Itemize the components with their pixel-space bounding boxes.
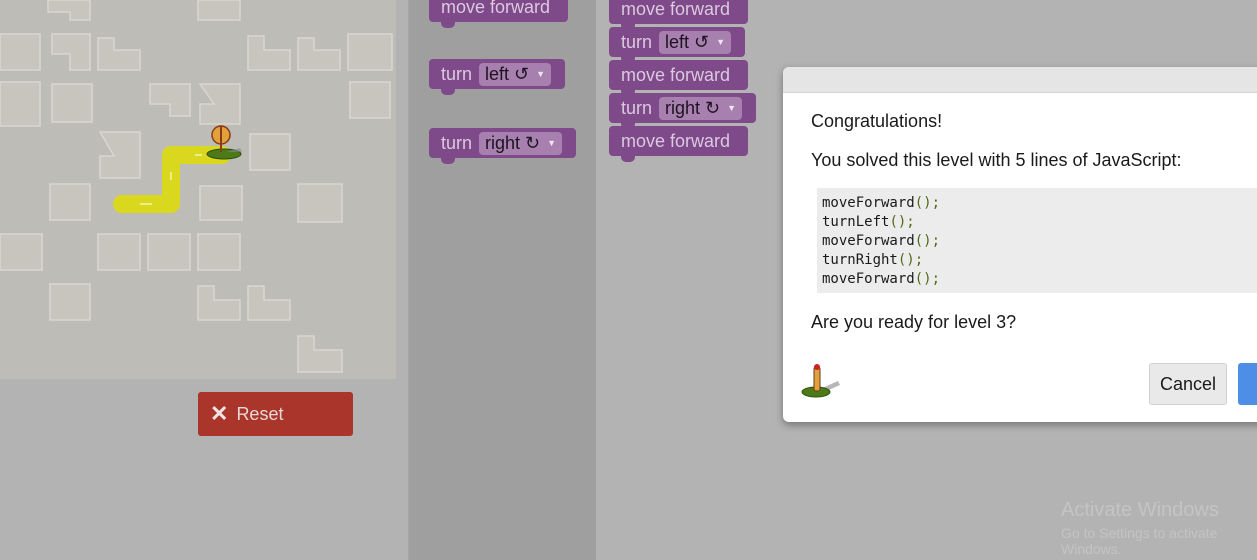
dropdown-arrow-icon: ▼ <box>547 138 557 148</box>
dropdown-value: left ↺ <box>665 31 710 52</box>
code-line: moveForward(); <box>822 233 941 249</box>
close-icon: ✕ <box>210 401 229 426</box>
toolbox-block-move-forward[interactable]: move forward <box>429 0 568 28</box>
congratulations-dialog: Congratulations! You solved this level w… <box>783 67 1257 422</box>
code-line: turnRight(); <box>822 252 924 268</box>
cancel-button[interactable]: Cancel <box>1149 363 1227 405</box>
direction-dropdown[interactable]: right ↻ ▼ <box>659 96 743 120</box>
dropdown-value: right ↻ <box>665 97 721 118</box>
block-label: turn <box>621 31 653 52</box>
congratulations-text: Congratulations! <box>811 111 943 131</box>
watermark-subtitle: Go to Settings to activate Windows. <box>1061 525 1218 557</box>
code-block: moveForward(); turnLeft(); moveForward()… <box>817 188 1257 293</box>
activate-windows-watermark: Activate Windows Go to Settings to activ… <box>1061 499 1257 557</box>
pegman-icon <box>206 125 242 160</box>
solved-text: You solved this level with 5 lines of Ja… <box>811 150 1182 170</box>
maze-edge <box>396 0 408 379</box>
block-label: move forward <box>621 0 731 19</box>
direction-dropdown[interactable]: right ↻ ▼ <box>479 131 563 155</box>
dialog-titlebar[interactable] <box>783 67 1257 93</box>
block-label: turn <box>441 63 473 84</box>
dropdown-value: left ↺ <box>485 63 530 84</box>
dropdown-arrow-icon: ▼ <box>536 69 546 79</box>
block-label: turn <box>621 97 653 118</box>
ok-button[interactable] <box>1238 363 1257 405</box>
workspace-block-move-forward[interactable]: move forward <box>609 60 748 96</box>
reset-button[interactable]: ✕ Reset <box>198 392 353 436</box>
workspace-block-move-forward[interactable]: move forward <box>609 126 748 162</box>
watermark-title: Activate Windows <box>1061 499 1219 521</box>
workspace-block-move-forward[interactable]: move forward <box>609 0 748 30</box>
workspace-block-turn-right[interactable]: turn right ↻ ▼ <box>609 93 756 129</box>
pegman-icon <box>801 364 840 398</box>
toolbox-block-turn-left[interactable]: turn left ↺ ▼ <box>429 59 565 95</box>
workspace-block-turn-left[interactable]: turn left ↺ ▼ <box>609 27 745 63</box>
direction-dropdown[interactable]: left ↺ ▼ <box>659 30 732 54</box>
toolbox-block-turn-right[interactable]: turn right ↻ ▼ <box>429 128 576 164</box>
code-line: moveForward(); <box>822 271 941 287</box>
maze-tiles <box>0 0 393 373</box>
dropdown-arrow-icon: ▼ <box>716 37 726 47</box>
block-label: move forward <box>441 0 551 17</box>
block-label: move forward <box>621 64 731 85</box>
level-prompt: Are you ready for level 3? <box>811 312 1017 332</box>
direction-dropdown[interactable]: left ↺ ▼ <box>479 62 552 86</box>
code-line: moveForward(); <box>822 195 941 211</box>
reset-label: Reset <box>236 403 284 424</box>
block-label: turn <box>441 132 473 153</box>
code-line: turnLeft(); <box>822 214 915 230</box>
maze-area <box>0 0 396 379</box>
toolbox: move forward turn left ↺ ▼ turn right ↻ ▼ <box>408 0 597 560</box>
dropdown-arrow-icon: ▼ <box>727 103 737 113</box>
dropdown-value: right ↻ <box>485 132 541 153</box>
block-label: move forward <box>621 130 731 151</box>
